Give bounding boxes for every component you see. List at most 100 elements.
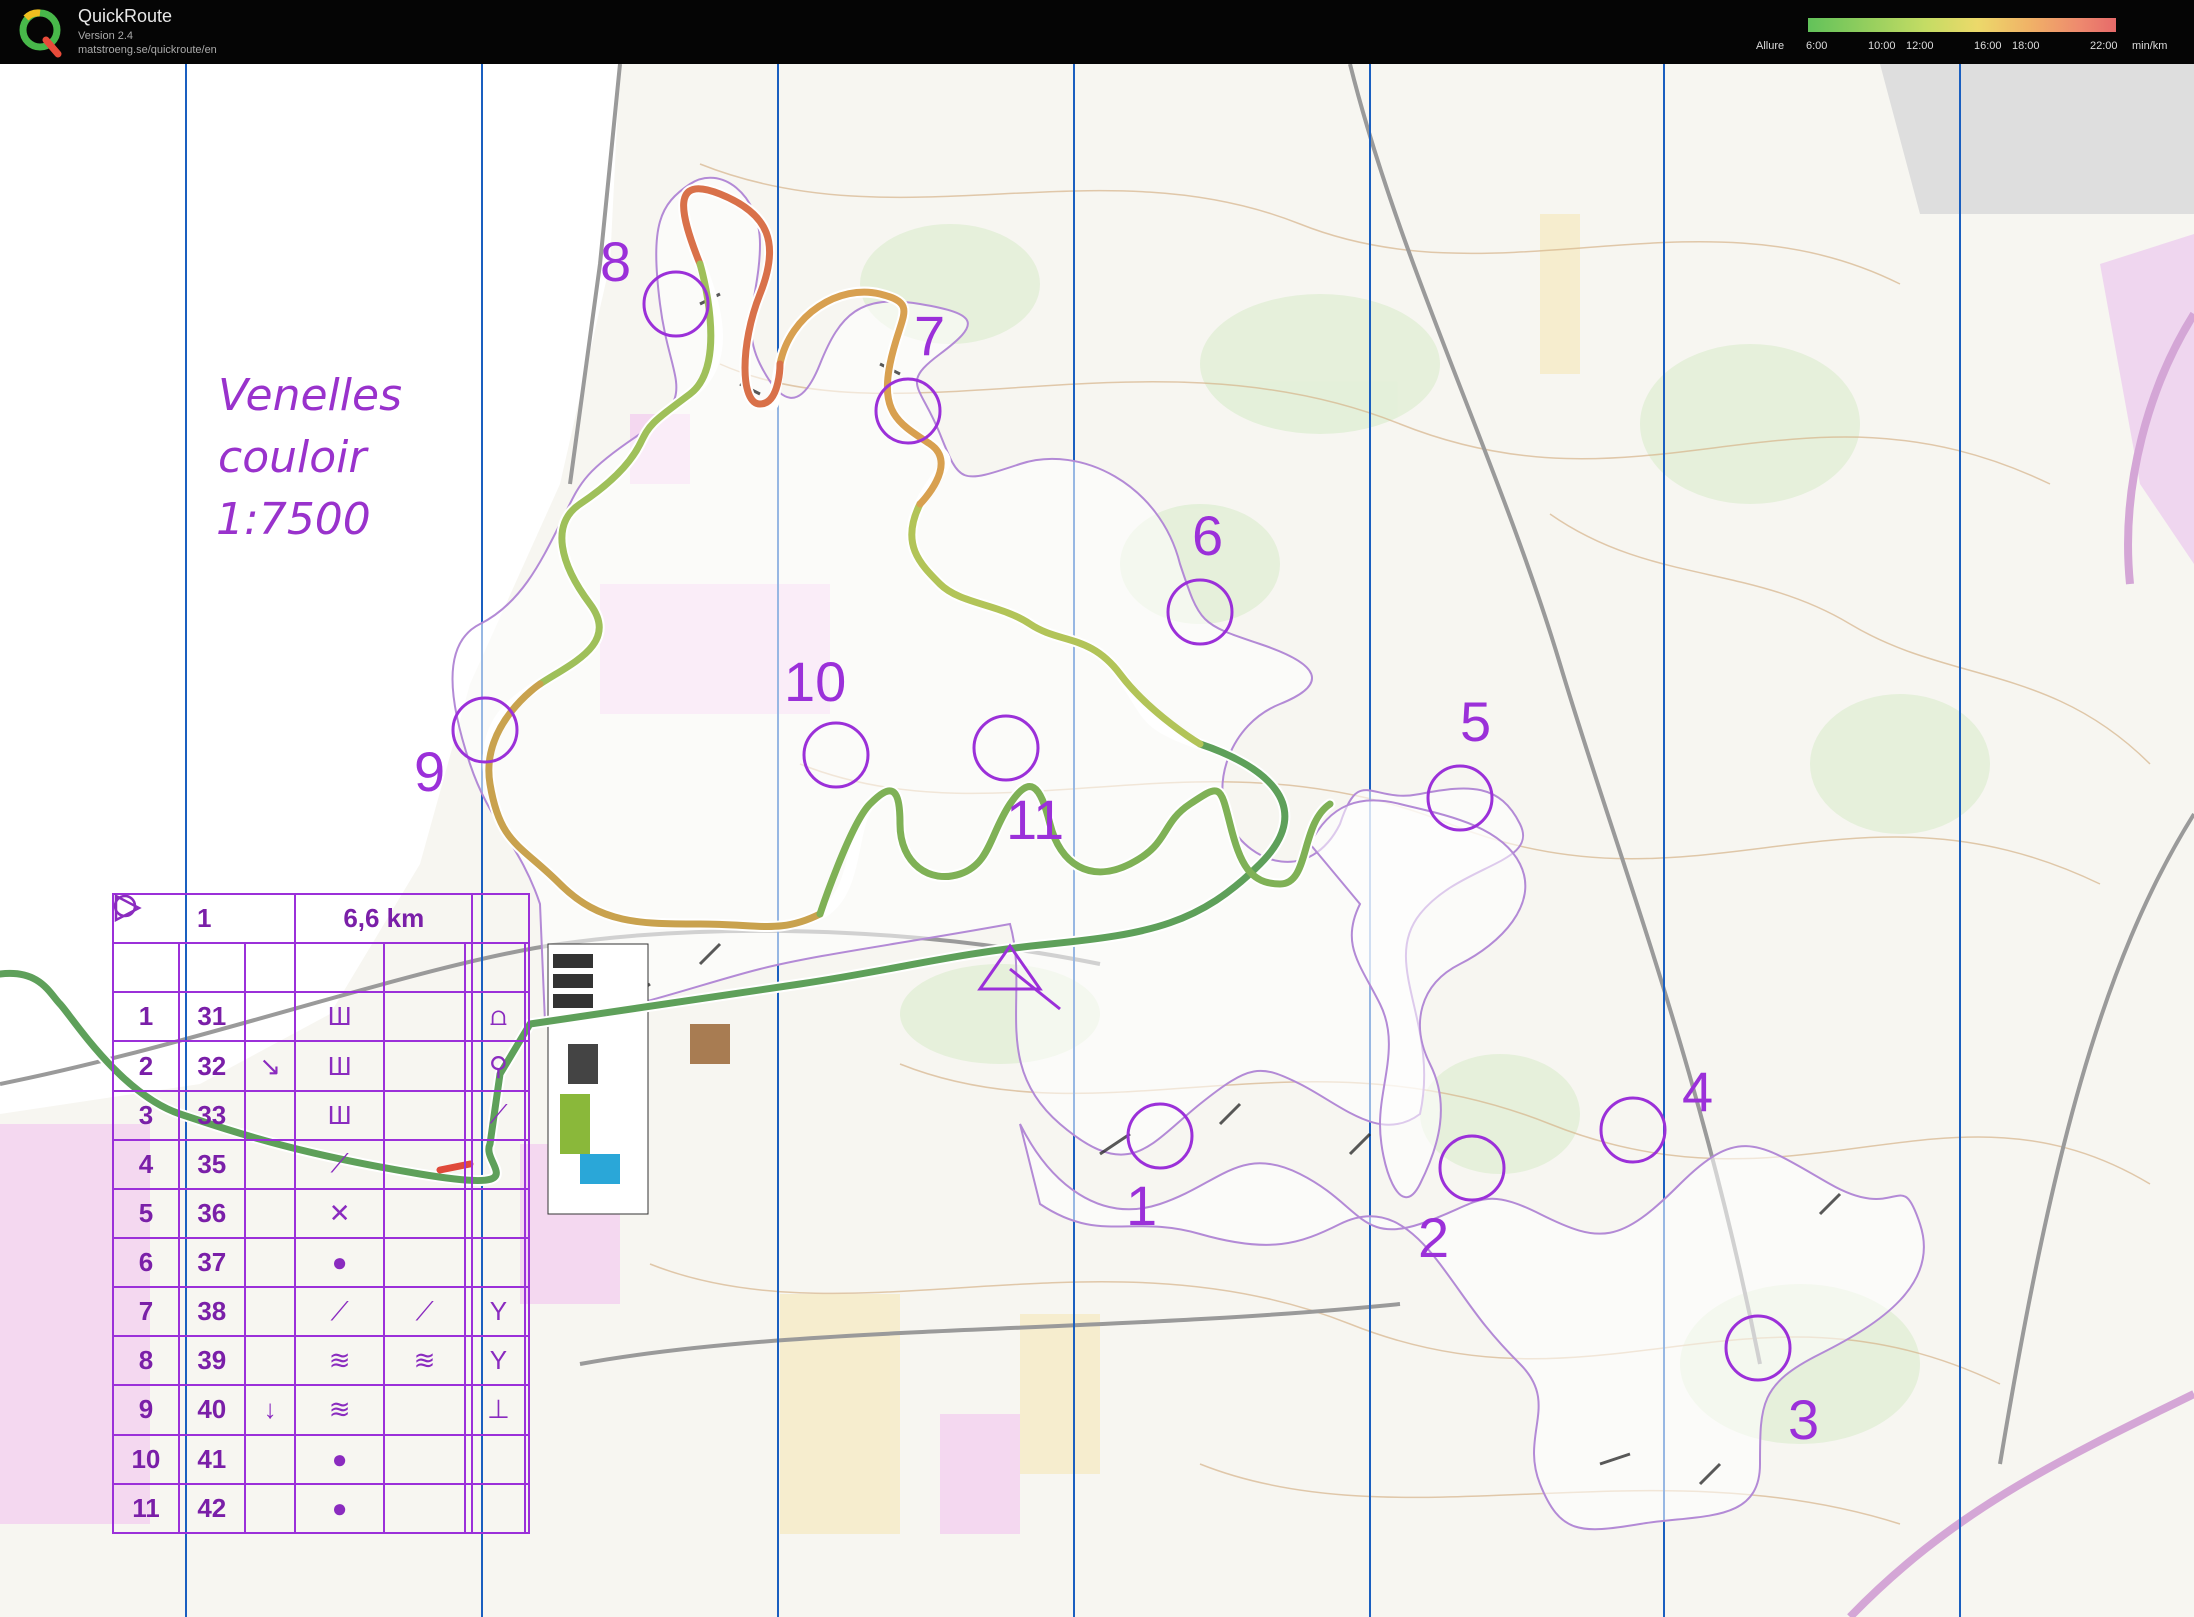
app-title: QuickRoute (78, 6, 173, 26)
which-feature-symbol (243, 1482, 297, 1535)
other-info (523, 1482, 531, 1535)
control-number-9: 9 (414, 740, 446, 803)
dimension-symbol (464, 1384, 474, 1436)
control-seq: 8 (112, 1335, 180, 1387)
control-code: 40 (177, 1384, 246, 1436)
map-title-line: couloir (218, 432, 367, 483)
location-symbol: Y (471, 1286, 526, 1338)
description-row: 2 32 ↘ Ш ⚲ (112, 1040, 531, 1092)
appearance-symbol (382, 1089, 467, 1141)
control-seq: 7 (112, 1286, 180, 1338)
description-row: 8 39 ≋ ≋ Y (112, 1335, 531, 1387)
description-row: 4 35 ⟋ (112, 1138, 531, 1190)
control-number-6: 6 (1192, 504, 1224, 567)
description-row: 1 31 Ш ⩍ (112, 991, 531, 1043)
description-row: 3 33 Ш ⟋ (112, 1089, 531, 1141)
which-feature-symbol (243, 1089, 297, 1141)
pace-legend-tick: 18:00 (2012, 40, 2040, 52)
control-number-3: 3 (1788, 1388, 1820, 1451)
control-code: 37 (177, 1236, 246, 1289)
pace-legend-tick: 22:00 (2090, 40, 2118, 52)
appearance-symbol (382, 1482, 467, 1535)
dimension-symbol (464, 1335, 474, 1387)
other-info (523, 1187, 531, 1240)
description-row: 7 38 ⟋ ⟋ Y (112, 1286, 531, 1338)
other-info (523, 1236, 531, 1289)
map-title-line: 1:7500 (216, 494, 371, 545)
control-seq: 2 (112, 1040, 180, 1092)
appearance-symbol: ⟋ (382, 1286, 467, 1338)
orienteering-map[interactable]: Venelles couloir 1:7500 1 2 3 4 5 6 7 8 … (0, 64, 2194, 1617)
control-code: 38 (177, 1286, 246, 1338)
appearance-symbol (382, 1187, 467, 1240)
appearance-symbol (382, 1138, 467, 1190)
control-code: 33 (177, 1089, 246, 1141)
dimension-symbol (464, 1286, 474, 1338)
location-symbol (471, 1482, 526, 1535)
appearance-symbol (382, 991, 467, 1043)
control-code: 36 (177, 1187, 246, 1240)
control-seq: 9 (112, 1384, 180, 1436)
control-seq: 1 (112, 991, 180, 1043)
other-info (523, 1089, 531, 1141)
control-seq: 4 (112, 1138, 180, 1190)
feature-symbol: Ш (294, 1089, 385, 1141)
dimension-symbol (464, 1040, 474, 1092)
which-feature-symbol (243, 991, 297, 1043)
control-seq: 10 (112, 1433, 180, 1485)
control-code: 31 (177, 991, 246, 1043)
feature-symbol: ● (294, 1433, 385, 1485)
other-info (523, 1433, 531, 1485)
control-code: 41 (177, 1433, 246, 1485)
location-symbol: ⚲ (471, 1040, 526, 1092)
control-seq: 11 (112, 1482, 180, 1535)
pace-legend-tick: 16:00 (1974, 40, 2002, 52)
location-symbol: ⟋ (471, 1089, 526, 1141)
pace-legend-unit: min/km (2132, 40, 2168, 52)
feature-symbol: ● (294, 1482, 385, 1535)
app-url[interactable]: matstroeng.se/quickroute/en (78, 44, 217, 56)
description-rows: 1 31 Ш ⩍ 2 32 ↘ Ш ⚲ 3 33 Ш ⟋ 4 35 ⟋ 5 36 ✕ 6 37 ● 7 38 ⟋ ⟋ Y 8 39 ≋ ≋ Y… (112, 991, 531, 1535)
control-code: 39 (177, 1335, 246, 1387)
location-symbol (471, 1138, 526, 1190)
which-feature-symbol (243, 1236, 297, 1289)
other-info (523, 991, 531, 1043)
quickroute-logo-icon (19, 9, 62, 58)
appearance-symbol: ≋ (382, 1335, 467, 1387)
map-title-line: Venelles (218, 370, 402, 421)
location-symbol: ⊥ (471, 1384, 526, 1436)
control-number-4: 4 (1682, 1060, 1714, 1123)
which-feature-symbol (243, 1138, 297, 1190)
which-feature-symbol (243, 1187, 297, 1240)
control-number-7: 7 (914, 304, 946, 367)
feature-symbol: ⟋ (294, 1286, 385, 1338)
location-symbol: ⩍ (471, 991, 526, 1043)
control-number-8: 8 (600, 230, 632, 293)
feature-symbol: Ш (294, 991, 385, 1043)
description-row: 6 37 ● (112, 1236, 531, 1289)
control-seq: 3 (112, 1089, 180, 1141)
control-code: 42 (177, 1482, 246, 1535)
control-code: 32 (177, 1040, 246, 1092)
location-symbol (471, 1433, 526, 1485)
pace-legend-gradient (1808, 18, 2116, 32)
start-circle-icon (113, 894, 385, 994)
other-info (523, 1040, 531, 1092)
control-number-2: 2 (1418, 1206, 1450, 1269)
description-row: 5 36 ✕ (112, 1187, 531, 1240)
app-header: QuickRoute Version 2.4 matstroeng.se/qui… (0, 0, 2194, 64)
pace-legend-tick: 12:00 (1906, 40, 1934, 52)
other-info (523, 1286, 531, 1338)
control-code: 35 (177, 1138, 246, 1190)
location-symbol: Y (471, 1335, 526, 1387)
feature-symbol: Ш (294, 1040, 385, 1092)
description-row: 9 40 ↓ ≋ ⊥ (112, 1384, 531, 1436)
feature-symbol: ⟋ (294, 1138, 385, 1190)
appearance-symbol (382, 1040, 467, 1092)
pace-legend-tick: 10:00 (1868, 40, 1896, 52)
dimension-symbol (464, 1089, 474, 1141)
feature-symbol: ● (294, 1236, 385, 1289)
which-feature-symbol (243, 1286, 297, 1338)
pace-legend-tick: 6:00 (1806, 40, 1828, 52)
dimension-symbol (464, 1433, 474, 1485)
